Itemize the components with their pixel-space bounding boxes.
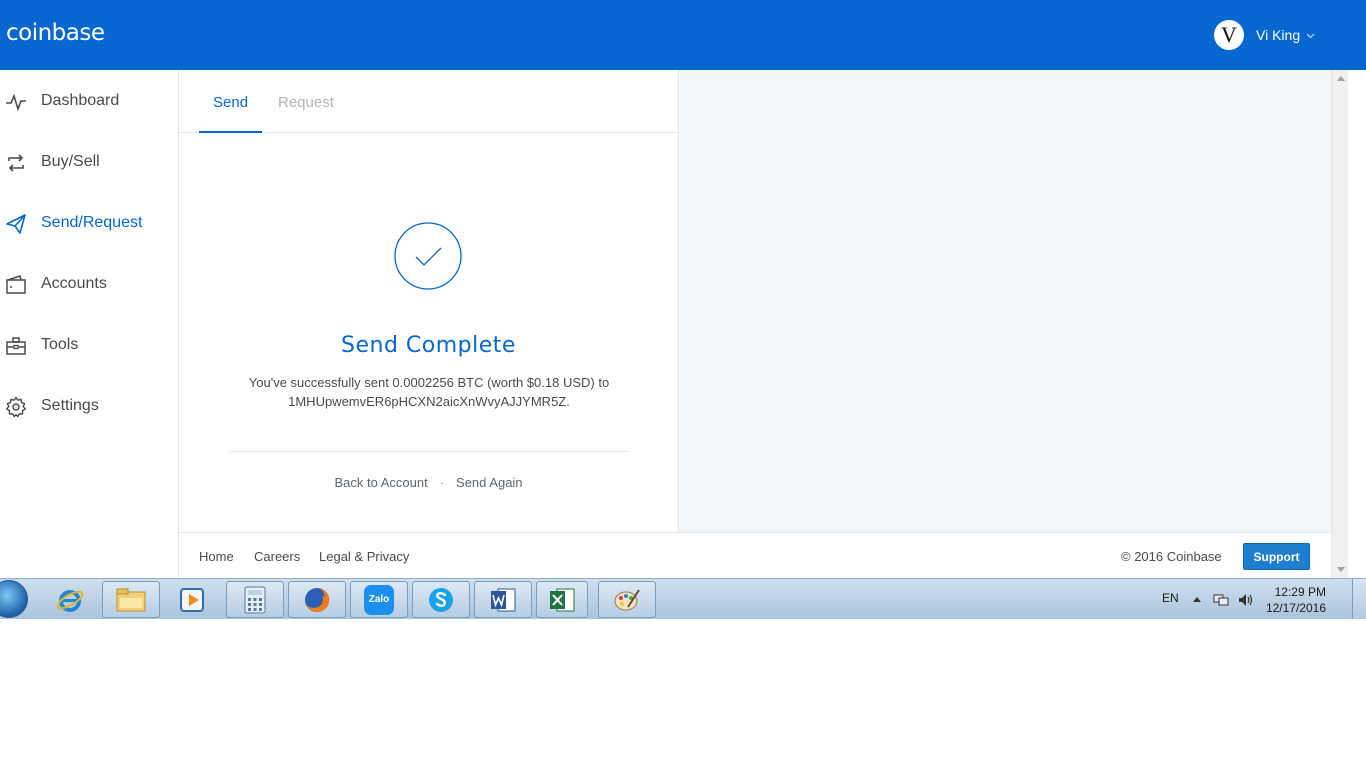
send-again-link[interactable]: Send Again	[456, 475, 523, 490]
coinbase-logo[interactable]: coinbase	[6, 20, 105, 46]
vertical-scrollbar[interactable]	[1331, 70, 1348, 578]
zalo-label: Zalo	[368, 594, 390, 605]
taskbar-file-explorer[interactable]	[102, 581, 160, 618]
footer-link-careers[interactable]: Careers	[254, 549, 300, 564]
system-tray: EN 12:29 PM 12/17/2016	[1150, 579, 1366, 619]
send-request-tabs: Send Request	[179, 70, 678, 133]
sidebar-item-label: Tools	[41, 336, 79, 353]
chevron-down-icon[interactable]	[1306, 33, 1315, 39]
recipient-address: 1MHUpwemvER6pHCXN2aicXnWvyAJJYMR5Z.	[288, 394, 570, 409]
taskbar-paint[interactable]	[598, 581, 656, 618]
send-panel: Send Request Send Complete You've succes…	[179, 70, 679, 532]
excel-icon	[550, 588, 575, 611]
taskbar-zalo[interactable]: Zalo	[350, 581, 408, 618]
window-edge	[1348, 70, 1366, 578]
media-player-icon	[180, 587, 204, 612]
sidebar-item-settings[interactable]: Settings	[0, 386, 178, 426]
taskbar-calculator[interactable]	[226, 581, 284, 618]
taskbar-word[interactable]	[474, 581, 532, 618]
wallet-icon	[6, 275, 26, 294]
tab-send[interactable]: Send	[213, 94, 248, 111]
checkmark-circle-icon	[394, 222, 462, 290]
calculator-icon	[244, 586, 266, 613]
send-complete-message: You've successfully sent 0.0002256 BTC (…	[219, 373, 639, 411]
start-button[interactable]	[0, 580, 28, 618]
scroll-up-arrow-icon[interactable]	[1337, 76, 1345, 81]
toolbox-icon	[6, 337, 26, 355]
sidebar-item-accounts[interactable]: Accounts	[0, 264, 178, 304]
user-name[interactable]: Vi King	[1256, 27, 1300, 43]
clock-date[interactable]: 12/17/2016	[1260, 601, 1326, 615]
show-desktop-button[interactable]	[1352, 579, 1366, 619]
user-avatar[interactable]: V	[1214, 20, 1244, 50]
back-to-account-link[interactable]: Back to Account	[334, 475, 427, 490]
sidebar-nav: Dashboard Buy/Sell Send/Request Accounts…	[0, 70, 179, 578]
sidebar-item-tools[interactable]: Tools	[0, 325, 178, 365]
show-hidden-icons-icon[interactable]	[1193, 597, 1201, 602]
taskbar-firefox[interactable]	[288, 581, 346, 618]
pulse-icon	[6, 93, 26, 112]
sidebar-item-label: Send/Request	[41, 214, 143, 231]
taskbar-excel[interactable]	[536, 581, 588, 618]
taskbar-skype[interactable]	[412, 581, 470, 618]
taskbar-internet-explorer[interactable]	[41, 581, 99, 618]
language-indicator[interactable]: EN	[1162, 591, 1179, 605]
page-footer: Home Careers Legal & Privacy © 2016 Coin…	[179, 532, 1331, 578]
scroll-down-arrow-icon[interactable]	[1337, 567, 1345, 572]
active-tab-indicator	[199, 131, 262, 133]
exchange-arrows-icon	[8, 154, 24, 172]
footer-link-legal-privacy[interactable]: Legal & Privacy	[319, 549, 409, 564]
paint-icon	[614, 588, 640, 610]
send-complete-title: Send Complete	[341, 333, 516, 358]
detail-area	[679, 70, 1331, 532]
separator-dot: ·	[439, 475, 445, 490]
zalo-icon: Zalo	[364, 584, 394, 615]
sidebar-item-label: Accounts	[41, 275, 107, 292]
completion-actions: Back to Account · Send Again	[179, 475, 678, 490]
sidebar-item-label: Settings	[41, 397, 99, 414]
volume-icon[interactable]	[1237, 592, 1253, 608]
internet-explorer-icon	[56, 589, 84, 612]
support-button[interactable]: Support	[1243, 543, 1310, 570]
copyright-text: © 2016 Coinbase	[1121, 549, 1222, 564]
sidebar-item-label: Dashboard	[41, 92, 120, 109]
tab-request[interactable]: Request	[278, 94, 334, 111]
top-header: coinbase V Vi King	[0, 0, 1366, 70]
file-explorer-icon	[116, 588, 146, 611]
divider	[229, 451, 628, 452]
skype-icon	[429, 587, 453, 612]
user-menu[interactable]: V Vi King	[1214, 20, 1315, 50]
network-icon[interactable]	[1213, 592, 1229, 608]
sidebar-item-buy-sell[interactable]: Buy/Sell	[0, 142, 178, 182]
windows-taskbar: Zalo EN 12:29 PM 12/17/2016	[0, 578, 1366, 619]
paper-plane-icon	[6, 214, 26, 234]
firefox-icon	[305, 587, 330, 612]
gear-icon	[6, 396, 26, 418]
sidebar-item-label: Buy/Sell	[41, 153, 100, 170]
sidebar-item-send-request[interactable]: Send/Request	[0, 203, 178, 243]
word-icon	[491, 588, 516, 611]
message-line: You've successfully sent 0.0002256 BTC (…	[248, 375, 610, 390]
footer-link-home[interactable]: Home	[199, 549, 234, 564]
taskbar-media-player[interactable]	[164, 581, 222, 618]
sidebar-item-dashboard[interactable]: Dashboard	[0, 81, 178, 121]
clock-time[interactable]: 12:29 PM	[1260, 585, 1326, 599]
